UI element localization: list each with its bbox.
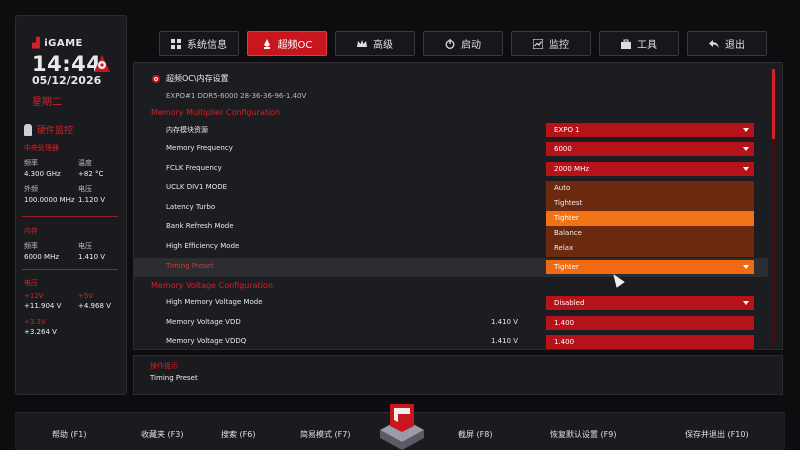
top-tabs: 系统信息 超频OC 高级 启动 监控 工具 退出 [159,31,767,56]
chevron-down-icon [743,265,749,269]
fclk-frequency-select[interactable]: 2000 MHz [546,162,754,176]
mem-volt: 电压 1.410 V [78,242,106,261]
hw-monitor-title: 硬件监控 [24,123,73,136]
setting-row[interactable]: Memory Frequency 6000 [134,140,768,159]
tab-system-info[interactable]: 系统信息 [159,31,239,56]
vddq-input[interactable]: 1.400 [546,335,754,349]
timing-preset-select[interactable]: Tighter [546,260,754,274]
thermometer-icon [24,123,32,136]
cpu-bclk: 外频 100.0000 MHz [24,185,75,204]
settings-panel: 超频OC\内存设置 EXPO#1 DDR5-6000 28-36-36-96-1… [133,62,783,350]
setting-row[interactable]: Memory Voltage VDDQ 1.410 V 1.400 [134,333,768,349]
mem-section-title: 内存 [24,227,38,235]
rocket-icon [263,38,270,49]
tab-monitor[interactable]: 监控 [511,31,591,56]
hint-title: 操作提示 [150,362,178,370]
mem-freq: 频率 6000 MHz [24,242,60,261]
dropdown-option[interactable]: Auto [546,181,754,196]
setting-row[interactable]: High Memory Voltage Mode Disabled [134,294,768,313]
cpu-freq: 频率 4.300 GHz [24,159,61,178]
timing-preset-dropdown: Auto Tightest Tighter Balance Relax [546,181,754,257]
volt-12v: +12V +11.904 V [24,292,62,310]
load-defaults-button[interactable]: 恢复默认设置 (F9) [550,429,616,440]
high-voltage-mode-select[interactable]: Disabled [546,296,754,310]
tab-tools[interactable]: 工具 [599,31,679,56]
setting-row[interactable]: Memory Voltage VDD 1.410 V 1.400 [134,314,768,333]
memory-module-select[interactable]: EXPO 1 [546,123,754,137]
igame-logo: ▟ iGAME [32,38,83,49]
memory-frequency-select[interactable]: 6000 [546,142,754,156]
igame-emblem-icon [380,404,424,450]
dropdown-option-highlighted[interactable]: Tighter [546,211,754,226]
divider [22,216,118,217]
chevron-down-icon [743,301,749,305]
record-icon [152,74,160,83]
voltage-section-title: 电压 [24,279,38,287]
toolbox-icon [621,39,631,49]
tab-boot[interactable]: 启动 [423,31,503,56]
save-exit-button[interactable]: 保存并退出 (F10) [685,429,749,440]
volt-3v3: +3.3V +3.264 V [24,318,57,336]
chart-icon [533,38,543,49]
group-memory-multiplier: Memory Multiplier Configuration [151,108,281,117]
back-arrow-icon [709,39,719,48]
help-button[interactable]: 帮助 (F1) [52,429,86,440]
scrollbar-thumb[interactable] [772,69,775,139]
chevron-down-icon [743,167,749,171]
setting-row[interactable]: FCLK Frequency 2000 MHz [134,160,768,179]
search-button[interactable]: 搜索 (F6) [221,429,255,440]
mascot-icon [94,55,110,72]
divider [22,269,118,270]
tab-advanced[interactable]: 高级 [335,31,415,56]
tab-overclock[interactable]: 超频OC [247,31,327,56]
dropdown-option[interactable]: Tightest [546,196,754,211]
crown-icon [357,39,367,47]
cpu-temp: 温度 +82 °C [78,159,104,178]
easy-mode-button[interactable]: 简易模式 (F7) [300,429,350,440]
setting-row-selected[interactable]: Timing Preset Tighter [134,258,768,277]
volt-5v: +5V +4.968 V [78,292,111,310]
cpu-section-title: 中央处理器 [24,144,59,152]
vdd-input[interactable]: 1.400 [546,316,754,330]
clock-weekday: 星期二 [32,97,62,108]
setting-row[interactable]: 内存模块资源 EXPO 1 [134,121,768,140]
group-memory-voltage: Memory Voltage Configuration [151,281,273,290]
hint-text: Timing Preset [150,374,198,382]
tab-exit[interactable]: 退出 [687,31,767,56]
memory-profile: EXPO#1 DDR5-6000 28-36-36-96-1.40V [166,92,307,100]
breadcrumb: 超频OC\内存设置 [152,73,229,84]
chevron-down-icon [743,147,749,151]
screenshot-button[interactable]: 截屏 (F8) [458,429,492,440]
dropdown-option[interactable]: Relax [546,241,754,256]
hint-panel: 操作提示 Timing Preset [133,355,783,395]
cpu-volt: 电压 1.120 V [78,185,106,204]
grid-icon [171,38,181,49]
power-icon [445,38,455,49]
favorites-button[interactable]: 收藏夹 (F3) [141,429,183,440]
chevron-down-icon [743,128,749,132]
dropdown-option[interactable]: Balance [546,226,754,241]
